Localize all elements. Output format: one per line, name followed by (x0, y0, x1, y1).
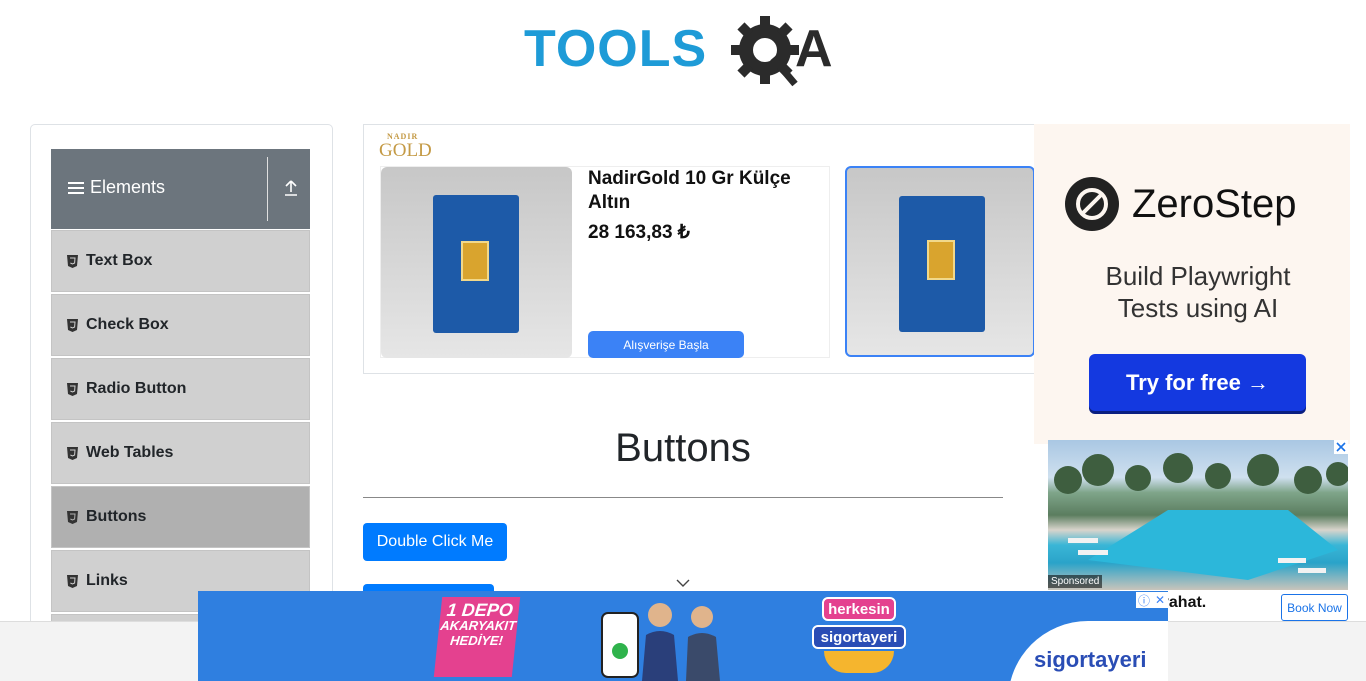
depo-badge: 1 DEPO AKARYAKIT HEDİYE! (433, 597, 521, 677)
info-icon[interactable]: ⓘ (1136, 592, 1152, 608)
sidebar-item-radio-button[interactable]: Radio Button (51, 358, 310, 420)
sigortayeri-ad[interactable]: 1 DEPO AKARYAKIT HEDİYE! herkesin sigort… (198, 591, 1168, 681)
product-price: 28 163,83 ₺ (588, 222, 690, 243)
zerostep-icon (1065, 177, 1119, 231)
sidebar-item-label: Check Box (86, 316, 169, 333)
html5-icon (67, 382, 78, 396)
ad-people-image (598, 595, 728, 681)
close-icon[interactable]: ✕ (1152, 592, 1168, 608)
tagline-line-1: Build Playwright (1105, 261, 1291, 291)
sigortayeri-logo: sigortayeri (1008, 621, 1168, 681)
menu-icon (68, 181, 84, 194)
toolsqa-logo[interactable]: TOOLS A (522, 14, 848, 92)
html5-icon (67, 254, 78, 268)
sidebar-item-text-box[interactable]: Text Box (51, 230, 310, 292)
html5-icon (67, 446, 78, 460)
sigortayeri-logo-text: sigortayeri (1034, 647, 1147, 672)
svg-text:TOOLS: TOOLS (524, 20, 707, 78)
sidebar-item-label: Buttons (86, 508, 147, 525)
badge-tail (824, 651, 894, 673)
sidebar-item-label: Text Box (86, 252, 153, 269)
herkesin-badge: herkesin sigortayeri (812, 597, 906, 675)
html5-icon (67, 318, 78, 332)
page: TOOLS A Elements Text Box Check Box Radi… (0, 0, 1366, 681)
shop-button[interactable]: Alışverişe Başla (588, 331, 744, 358)
product-name[interactable]: NadirGold 10 Gr Külçe Altın (588, 167, 808, 215)
sidebar-item-label: Web Tables (86, 444, 174, 461)
page-title: Buttons (615, 426, 751, 470)
sponsored-label: Sponsored (1048, 575, 1103, 588)
zerostep-logo: ZeroStep (1064, 176, 1297, 232)
zerostep-tagline: Build Playwright Tests using AI (1034, 260, 1350, 324)
book-now-button[interactable]: Book Now (1281, 594, 1348, 621)
adchoices[interactable]: ⓘ ✕ (1136, 592, 1168, 608)
product-image-secondary[interactable] (845, 166, 1034, 357)
product-card[interactable]: NadirGold 10 Gr Külçe Altın 28 163,83 ₺ … (380, 166, 830, 358)
collapse-icon[interactable] (283, 179, 299, 202)
title-divider (363, 497, 1003, 498)
sidebar: Elements Text Box Check Box Radio Button (30, 124, 333, 644)
sidebar-item-check-box[interactable]: Check Box (51, 294, 310, 356)
tagline-line-2: Tests using AI (1117, 293, 1279, 323)
sigortayeri-text: sigortayeri (812, 625, 906, 649)
sidebar-item-web-tables[interactable]: Web Tables (51, 422, 310, 484)
depo-line-2: AKARYAKIT (439, 618, 517, 633)
zerostep-brand: ZeroStep (1132, 181, 1297, 226)
html5-icon (67, 510, 78, 524)
depo-line-3: HEDİYE! (449, 633, 504, 648)
html5-icon (67, 574, 78, 588)
svg-text:A: A (795, 20, 833, 78)
nadirgold-logo: NADIR GOLD (379, 132, 432, 161)
group-title-label: Elements (90, 177, 166, 197)
gold-bar (927, 240, 955, 280)
zerostep-ad[interactable]: ZeroStep Build Playwright Tests using AI… (1034, 124, 1350, 444)
herkesin-text: herkesin (822, 597, 896, 621)
product-image[interactable] (381, 167, 572, 358)
gold-bar (461, 241, 489, 281)
hotel-pool-image (1054, 453, 1348, 580)
header-divider (267, 157, 268, 221)
double-click-button[interactable]: Double Click Me (363, 523, 507, 561)
group-title: Elements (68, 177, 165, 198)
hotel-ad-image[interactable] (1048, 440, 1348, 590)
sidebar-item-label: Links (86, 572, 128, 589)
depo-line-1: 1 DEPO (445, 600, 514, 620)
try-for-free-button[interactable]: Try for free → (1089, 354, 1306, 411)
sidebar-item-label: Radio Button (86, 380, 187, 397)
product-ad[interactable]: NADIR GOLD NadirGold 10 Gr Külçe Altın 2… (363, 124, 1035, 374)
logo-graphic: TOOLS A (524, 16, 833, 87)
close-icon[interactable] (1334, 440, 1348, 454)
sidebar-item-buttons[interactable]: Buttons (51, 486, 310, 548)
elements-group-header[interactable]: Elements (51, 149, 310, 229)
